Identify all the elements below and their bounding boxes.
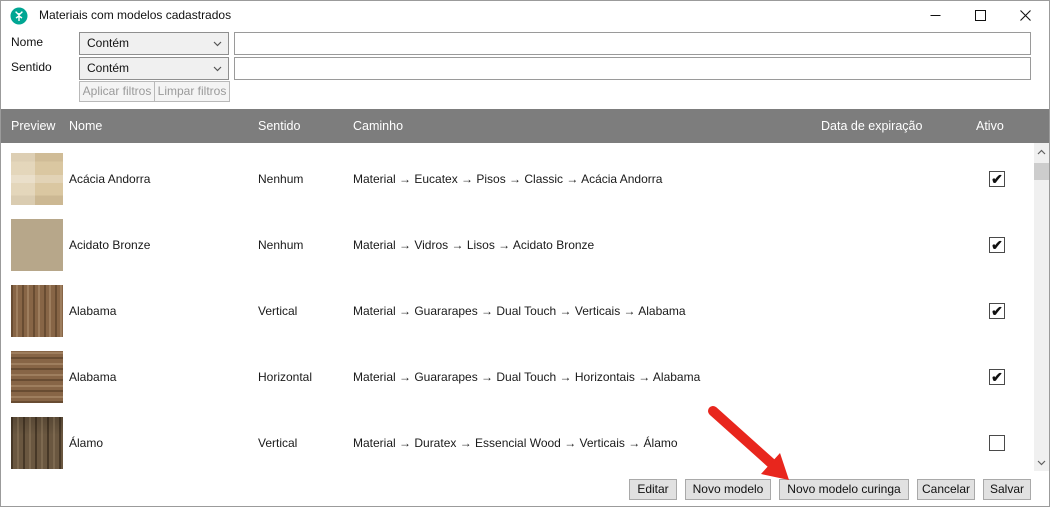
cell-nome: Álamo [69, 436, 104, 450]
maximize-icon [975, 10, 986, 21]
app-window: Materiais com modelos cadastrados Nome C… [0, 0, 1050, 507]
cancelar-button[interactable]: Cancelar [917, 479, 975, 500]
maximize-button[interactable] [958, 1, 1003, 30]
close-button[interactable] [1003, 1, 1048, 30]
close-icon [1020, 10, 1031, 21]
chevron-down-icon [213, 66, 222, 72]
clear-filters-button[interactable]: Limpar filtros [154, 81, 230, 102]
vertical-scrollbar[interactable] [1034, 143, 1049, 471]
cell-caminho: Material → Guararapes → Dual Touch → Hor… [353, 370, 701, 384]
column-header-ativo[interactable]: Ativo [976, 109, 1004, 143]
chevron-up-icon [1037, 149, 1046, 154]
minimize-button[interactable] [913, 1, 958, 30]
chevron-down-icon [213, 41, 222, 47]
column-header-nome[interactable]: Nome [69, 109, 102, 143]
scroll-up-button[interactable] [1034, 143, 1049, 160]
cell-sentido: Nenhum [258, 238, 304, 252]
cell-sentido: Horizontal [258, 370, 313, 384]
chevron-down-icon [1037, 460, 1046, 465]
column-header-caminho[interactable]: Caminho [353, 109, 403, 143]
column-header-data-expiracao[interactable]: Data de expiração [821, 109, 922, 143]
ativo-checkbox[interactable] [989, 435, 1005, 451]
sentido-operator-select[interactable]: Contém [79, 57, 229, 80]
sentido-operator-value: Contém [87, 61, 130, 75]
salvar-button[interactable]: Salvar [983, 479, 1031, 500]
cell-sentido: Vertical [258, 304, 298, 318]
novo-modelo-button[interactable]: Novo modelo [685, 479, 771, 500]
ativo-checkbox[interactable]: ✔ [989, 237, 1005, 253]
material-preview-thumbnail [11, 285, 63, 337]
table-row[interactable]: Acidato Bronze Nenhum Material → Vidros … [1, 212, 1034, 278]
scroll-down-button[interactable] [1034, 454, 1049, 471]
table-row[interactable]: Alabama Horizontal Material → Guararapes… [1, 344, 1034, 410]
scrollbar-thumb[interactable] [1034, 163, 1049, 180]
cell-nome: Alabama [69, 304, 117, 318]
sentido-filter-input[interactable] [234, 57, 1031, 80]
cell-caminho: Material → Eucatex → Pisos → Classic → A… [353, 172, 663, 186]
app-logo-icon [10, 7, 28, 25]
table-row[interactable]: Acácia Andorra Nenhum Material → Eucatex… [1, 146, 1034, 212]
sentido-filter-label: Sentido [11, 60, 52, 74]
cell-caminho: Material → Duratex → Essencial Wood → Ve… [353, 436, 678, 450]
column-header-sentido[interactable]: Sentido [258, 109, 300, 143]
ativo-checkbox[interactable]: ✔ [989, 369, 1005, 385]
nome-filter-label: Nome [11, 35, 44, 49]
cell-sentido: Vertical [258, 436, 298, 450]
grid-header: Preview Nome Sentido Caminho Data de exp… [1, 109, 1049, 143]
cell-caminho: Material → Vidros → Lisos → Acidato Bron… [353, 238, 595, 252]
titlebar: Materiais com modelos cadastrados [1, 1, 1049, 31]
minimize-icon [930, 15, 941, 16]
ativo-checkbox[interactable]: ✔ [989, 171, 1005, 187]
nome-filter-input[interactable] [234, 32, 1031, 55]
material-preview-thumbnail [11, 417, 63, 469]
grid-body: Acácia Andorra Nenhum Material → Eucatex… [1, 143, 1034, 471]
cell-sentido: Nenhum [258, 172, 304, 186]
cell-nome: Acidato Bronze [69, 238, 151, 252]
nome-operator-value: Contém [87, 36, 130, 50]
table-row[interactable]: Alabama Vertical Material → Guararapes →… [1, 278, 1034, 344]
editar-button[interactable]: Editar [629, 479, 677, 500]
cell-nome: Acácia Andorra [69, 172, 151, 186]
window-title: Materiais com modelos cadastrados [39, 8, 232, 22]
apply-filters-button[interactable]: Aplicar filtros [79, 81, 155, 102]
material-preview-thumbnail [11, 219, 63, 271]
table-row[interactable]: Álamo Vertical Material → Duratex → Esse… [1, 410, 1034, 471]
column-header-preview[interactable]: Preview [11, 109, 55, 143]
material-preview-thumbnail [11, 153, 63, 205]
novo-modelo-curinga-button[interactable]: Novo modelo curinga [779, 479, 909, 500]
nome-operator-select[interactable]: Contém [79, 32, 229, 55]
cell-caminho: Material → Guararapes → Dual Touch → Ver… [353, 304, 686, 318]
ativo-checkbox[interactable]: ✔ [989, 303, 1005, 319]
material-preview-thumbnail [11, 351, 63, 403]
cell-nome: Alabama [69, 370, 117, 384]
